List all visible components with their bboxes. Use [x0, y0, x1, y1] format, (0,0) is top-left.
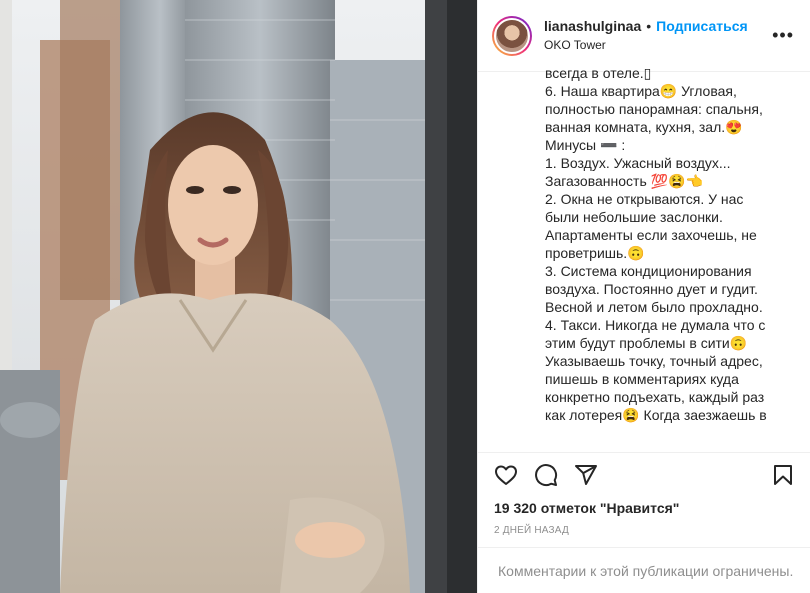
post-details-panel: lianashulginaa • Подписаться OKO Tower •…	[477, 0, 810, 593]
post-header: lianashulginaa • Подписаться OKO Tower •…	[478, 0, 810, 72]
paper-plane-icon[interactable]	[574, 463, 598, 487]
heart-outline-icon[interactable]	[494, 463, 518, 487]
caption-text: всегда в отеле.▯ 6. Наша квартира😁 Углов…	[478, 64, 810, 452]
location-link[interactable]: OKO Tower	[544, 38, 748, 53]
caption-line: 1. Воздух. Ужасный воздух... Загазованно…	[545, 155, 735, 189]
caption-line: 3. Система кондиционирования воздуха. По…	[545, 263, 763, 315]
more-options-icon[interactable]: •••	[772, 25, 794, 46]
avatar[interactable]	[494, 17, 530, 54]
likes-count[interactable]: 19 320 отметок "Нравится"	[494, 500, 679, 516]
comment-bubble-icon[interactable]	[534, 463, 558, 487]
caption-line: всегда в отеле.▯	[545, 65, 652, 81]
action-bar	[478, 452, 810, 496]
separator-dot: •	[646, 18, 652, 35]
header-username-row: lianashulginaa • Подписаться	[544, 18, 748, 36]
post-timestamp[interactable]: 2 ДНЕЙ НАЗАД	[494, 525, 569, 536]
comments-disabled-notice: Комментарии к этой публикации ограничены…	[478, 547, 810, 593]
caption-line: 4. Такси. Никогда не думала что с этим б…	[545, 317, 770, 423]
caption-line: Минусы ➖ :	[545, 137, 626, 153]
header-text: lianashulginaa • Подписаться OKO Tower	[544, 18, 748, 53]
bookmark-icon[interactable]	[771, 463, 795, 487]
post-photo[interactable]	[0, 0, 477, 593]
photo-illustration	[0, 0, 477, 593]
caption-line: 2. Окна не открываются. У нас были небол…	[545, 191, 761, 261]
avatar-story-ring[interactable]	[492, 15, 532, 56]
username-link[interactable]: lianashulginaa	[544, 18, 641, 36]
caption-line: 6. Наша квартира😁 Угловая, полностью пан…	[545, 83, 767, 135]
follow-button[interactable]: Подписаться	[656, 18, 748, 36]
